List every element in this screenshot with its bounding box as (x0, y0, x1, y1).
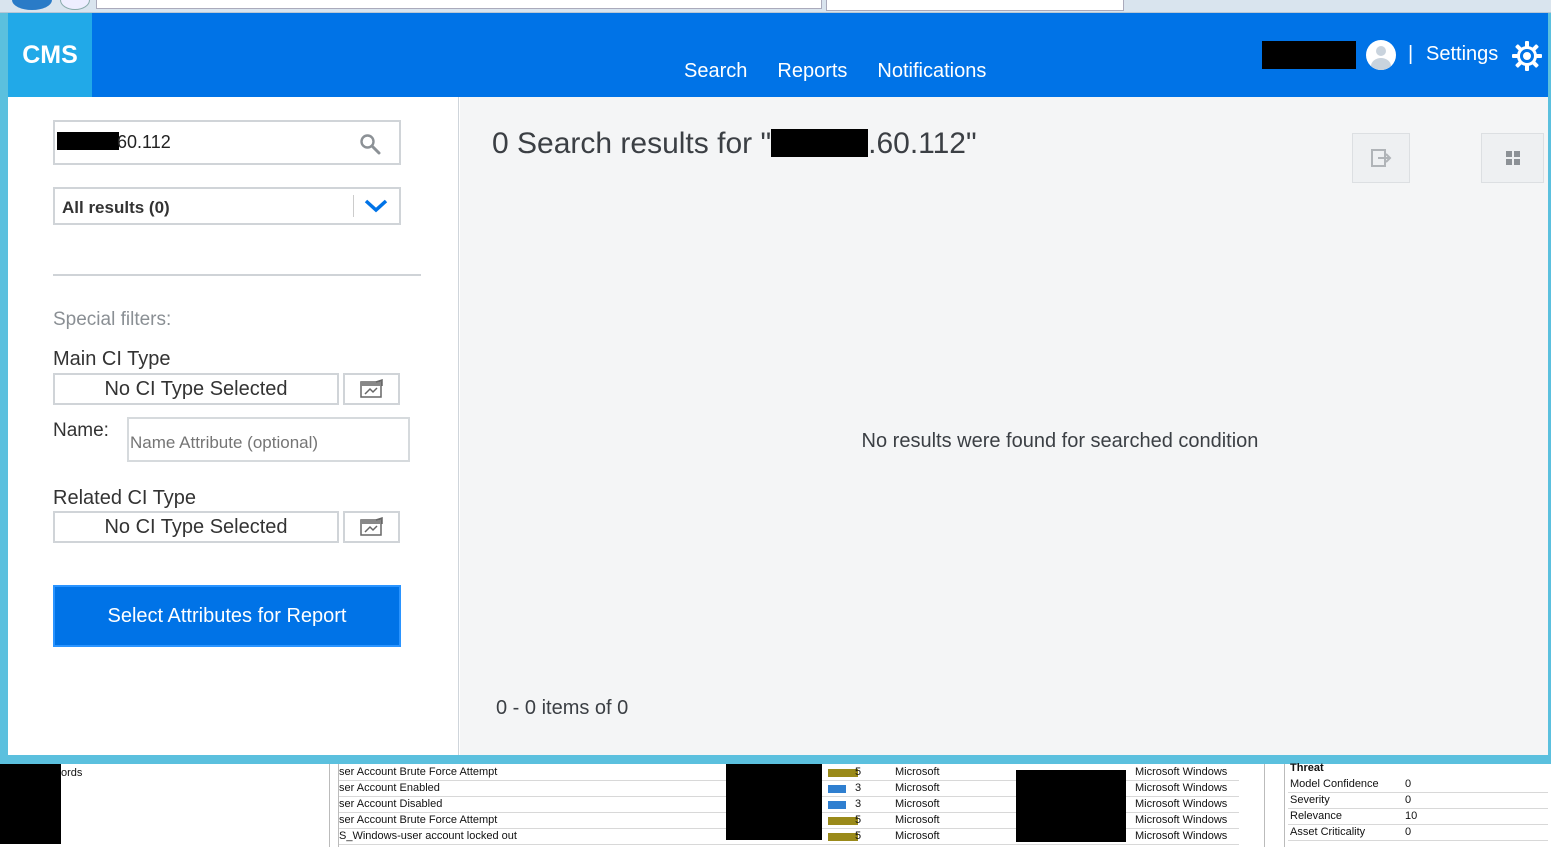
property-key: Relevance (1290, 810, 1342, 822)
pagination-info: 0 - 0 items of 0 (496, 697, 629, 719)
search-input-value: 60.112 (117, 132, 171, 152)
results-title-prefix: 0 Search results for " (492, 127, 772, 160)
browser-chrome (0, 0, 1551, 13)
row-name: S_Windows-user account locked out (339, 830, 517, 842)
props-header: Threat (1290, 762, 1324, 774)
redacted-block (0, 764, 61, 844)
browser-back-icon[interactable] (12, 0, 52, 10)
top-header: CMS Search Reports Notifications | Setti… (8, 13, 1548, 97)
related-ci-type-picker-button[interactable] (343, 511, 400, 543)
row-count: 5 (855, 766, 862, 778)
row-product: Microsoft Windows (1135, 798, 1228, 810)
nav-reports[interactable]: Reports (777, 60, 847, 83)
row-count: 3 (855, 782, 862, 794)
row-product: Microsoft Windows (1135, 782, 1228, 794)
search-input[interactable]: 60.112 (53, 120, 401, 165)
row-count-bar (828, 769, 858, 777)
property-row: Severity 0 (1288, 794, 1548, 809)
row-name: ser Account Brute Force Attempt (339, 814, 498, 826)
results-title-suffix: .60.112" (868, 127, 977, 160)
row-product: Microsoft Windows (1135, 814, 1228, 826)
main-ci-type-field[interactable]: No CI Type Selected (53, 373, 339, 405)
main-nav: Search Reports Notifications (684, 60, 986, 83)
row-name: ser Account Enabled (339, 782, 440, 794)
row-name: ser Account Brute Force Attempt (339, 766, 498, 778)
results-scope-label: All results (0) (62, 198, 170, 217)
search-results-panel: 0 Search results for " .60.112" No result… (460, 97, 1548, 755)
row-vendor: Microsoft (895, 782, 940, 794)
row-vendor: Microsoft (895, 830, 940, 842)
row-count-bar (828, 801, 846, 809)
row-name: ser Account Disabled (339, 798, 443, 810)
redacted-block (1016, 770, 1126, 842)
settings-link[interactable]: Settings (1426, 43, 1498, 66)
nav-search[interactable]: Search (684, 60, 747, 83)
property-key: Severity (1290, 794, 1330, 806)
row-count: 3 (855, 798, 862, 810)
related-ci-type-field[interactable]: No CI Type Selected (53, 511, 339, 543)
main-ci-type-label: Main CI Type (53, 348, 171, 370)
gear-icon[interactable] (1511, 40, 1543, 72)
results-scope-dropdown[interactable]: All results (0) (53, 187, 401, 225)
row-count-bar (828, 817, 858, 825)
property-value: 10 (1405, 810, 1418, 822)
property-value: 0 (1405, 778, 1412, 790)
redacted-ip-prefix (57, 132, 119, 150)
property-value: 0 (1405, 794, 1412, 806)
redacted-ip-prefix (771, 129, 869, 157)
nav-notifications[interactable]: Notifications (877, 60, 986, 83)
row-count: 5 (855, 830, 862, 842)
row-count: 5 (855, 814, 862, 826)
background-left-text: ords (61, 767, 83, 779)
browser-forward-icon[interactable] (60, 0, 90, 10)
row-product: Microsoft Windows (1135, 766, 1228, 778)
row-count-bar (828, 785, 846, 793)
property-row: Model Confidence 0 (1288, 778, 1548, 793)
background-window: ords ser Account Brute Force Attempt 5 Mic… (0, 762, 1551, 847)
divider (53, 274, 421, 276)
property-row: Asset Criticality 0 (1288, 826, 1548, 841)
redacted-block (726, 764, 822, 840)
redacted-username (1262, 41, 1356, 69)
browser-address-bar[interactable] (96, 0, 822, 9)
main-ci-type-picker-button[interactable] (343, 373, 400, 405)
header-separator: | (1408, 43, 1414, 65)
special-filters-heading: Special filters: (53, 309, 172, 330)
picker-icon (359, 517, 383, 536)
property-key: Model Confidence (1290, 778, 1379, 790)
grid-icon (1505, 151, 1520, 165)
select-attributes-report-button[interactable]: Select Attributes for Report (53, 585, 401, 647)
browser-tab[interactable] (826, 0, 1124, 11)
cms-app-window: CMS Search Reports Notifications | Setti… (8, 13, 1548, 755)
related-ci-type-label: Related CI Type (53, 487, 197, 509)
row-count-bar (828, 833, 858, 841)
name-label: Name: (53, 420, 109, 441)
export-button[interactable] (1352, 133, 1410, 183)
property-key: Asset Criticality (1290, 826, 1366, 838)
row-product: Microsoft Windows (1135, 830, 1228, 842)
grid-view-button[interactable] (1481, 133, 1544, 183)
chevron-down-icon[interactable] (363, 197, 389, 215)
user-avatar-icon[interactable] (1366, 40, 1396, 70)
search-filter-panel: 60.112 All results (0) Special filters: … (8, 97, 459, 755)
search-icon[interactable] (359, 133, 381, 155)
property-value: 0 (1405, 826, 1412, 838)
row-vendor: Microsoft (895, 766, 940, 778)
results-title: 0 Search results for " .60.112" (492, 127, 977, 161)
name-attribute-input[interactable] (127, 417, 410, 462)
cms-logo: CMS (8, 13, 92, 97)
no-results-message: No results were found for searched condi… (861, 430, 1259, 452)
property-row: Relevance 10 (1288, 810, 1548, 825)
row-vendor: Microsoft (895, 798, 940, 810)
row-vendor: Microsoft (895, 814, 940, 826)
export-icon (1371, 149, 1392, 167)
picker-icon (359, 379, 383, 398)
